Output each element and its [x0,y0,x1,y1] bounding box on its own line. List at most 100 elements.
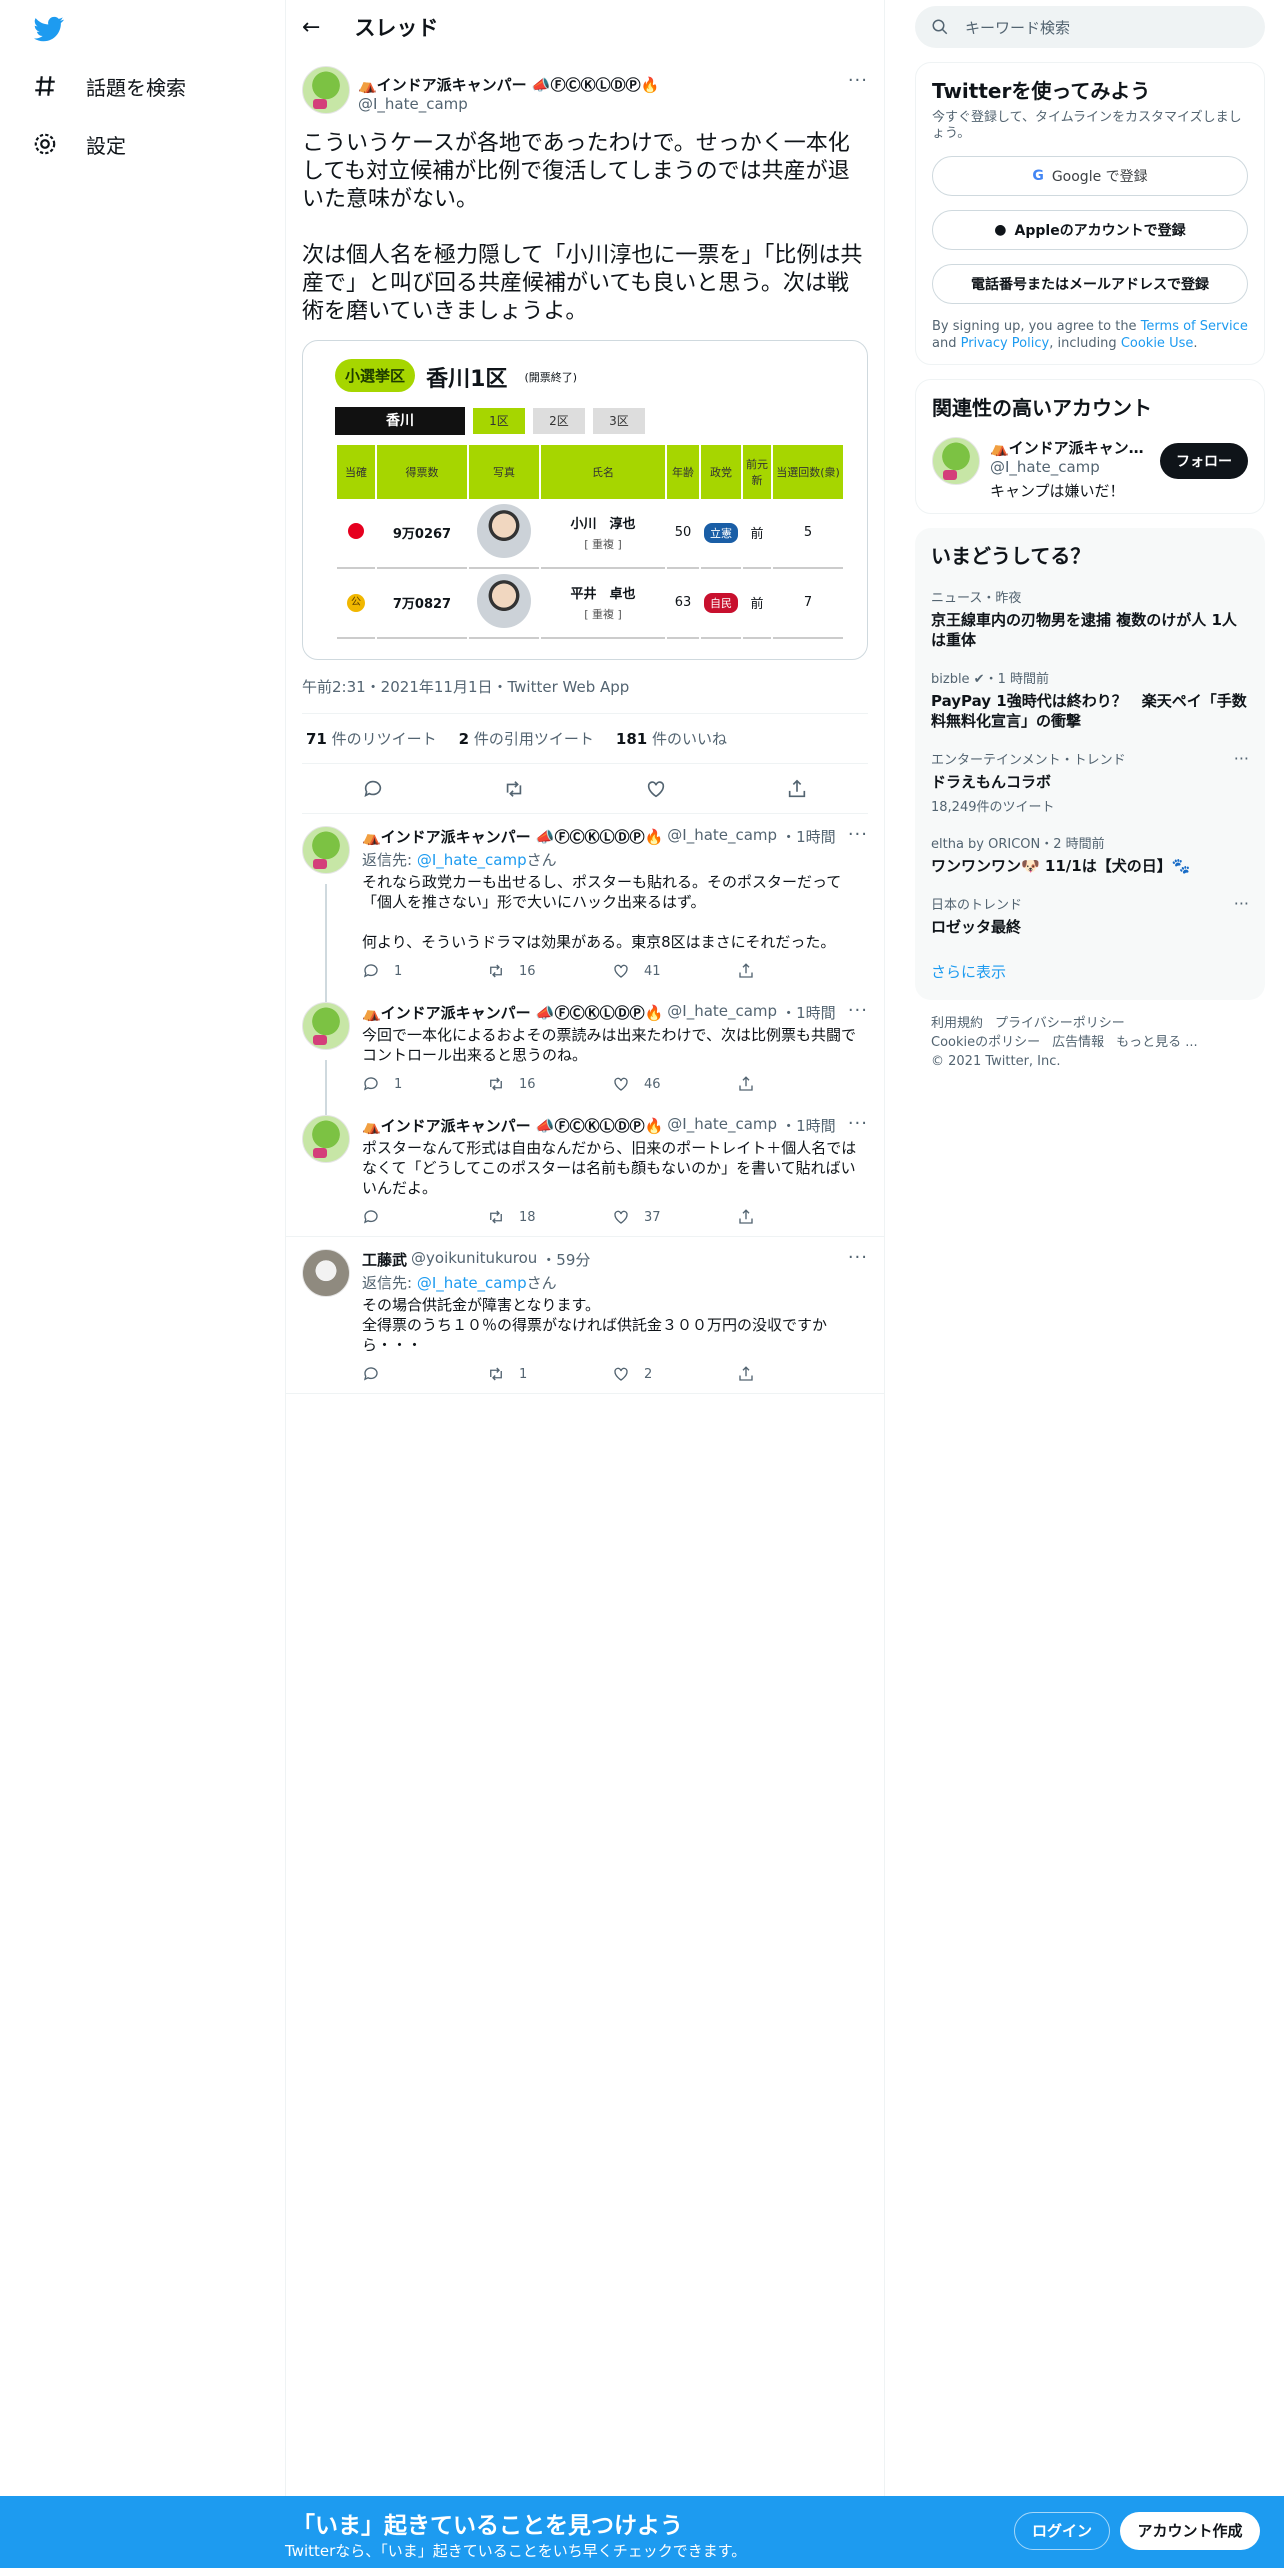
phone-email-signup-button[interactable]: 電話番号またはメールアドレスで登録 [932,264,1248,304]
reply-tweet[interactable]: ⛺インドア派キャンパー 📣ⒻⒸⓀⓁⒹⓅ🔥 @I_hate_camp ・1時間 今… [286,990,884,1115]
share-button[interactable] [737,1208,862,1226]
like-icon[interactable] [645,778,667,800]
reply-tweet[interactable]: ⛺インドア派キャンパー 📣ⒻⒸⓀⓁⒹⓅ🔥 @I_hate_camp ・1時間 ポ… [286,1103,884,1237]
retweet-button[interactable]: 16 [487,1075,612,1093]
column-header: 年齢 [667,444,699,499]
reply-tweet[interactable]: 工藤武 @yoikunitukurou ・59分 返信先: @I_hate_ca… [286,1237,884,1394]
tweet-timestamp[interactable]: 午前2:31・2021年11月1日・Twitter Web App [302,660,868,714]
display-name[interactable]: ⛺インドア派キャンパー 📣ⒻⒸⓀⓁⒹⓅ🔥 [362,1115,663,1136]
retweet-count-link[interactable]: 71 件のリツイート [306,728,437,749]
reply-to-handle-link[interactable]: @I_hate_camp [417,851,527,869]
tweet-time[interactable]: ・1時間 [781,826,836,847]
share-button[interactable] [737,1075,862,1093]
show-more-link[interactable]: さらに表示 [931,961,1249,982]
privacy-link[interactable]: プライバシーポリシー [995,1016,1125,1031]
trends-box: いまどうしてる？ ニュース・昨夜 京王線車内の刃物男を逮捕 複数のけが人 1人は… [915,528,1265,1000]
display-name[interactable]: 工藤武 [362,1249,407,1270]
count-status: (開票終了) [524,371,578,384]
trends-title: いまどうしてる？ [931,544,1091,568]
more-options-icon[interactable]: ··· [848,1113,868,1134]
avatar[interactable] [302,1002,350,1050]
cookie-link[interactable]: Cookie Use [1121,336,1194,351]
more-link[interactable]: もっと見る ... [1116,1035,1198,1050]
more-options-icon[interactable]: ··· [848,1000,868,1021]
more-options-icon[interactable]: ··· [1234,894,1249,913]
tweet-time[interactable]: ・1時間 [781,1002,836,1023]
user-handle[interactable]: @yoikunitukurou [411,1249,537,1270]
reply-tweet[interactable]: ⛺インドア派キャンパー 📣ⒻⒸⓀⓁⒹⓅ🔥 @I_hate_camp ・1時間 返… [286,814,884,1002]
user-handle[interactable]: @I_hate_camp [667,826,777,847]
related-accounts: 関連性の高いアカウント ⛺インドア派キャン… @I_hate_camp キャンプ… [915,379,1265,514]
left-navigation: 話題を検索 設定 [0,0,285,2568]
tweet-image[interactable]: 小選挙区 香川1区 (開票終了) 香川 1区 2区 3区 当確 得票数 写真 氏… [302,340,868,660]
retweet-button[interactable]: 16 [487,962,612,980]
quote-count-link[interactable]: 2 件の引用ツイート [459,728,594,749]
avatar[interactable] [302,1115,350,1163]
signup-button[interactable]: アカウント作成 [1120,2512,1260,2550]
privacy-link[interactable]: Privacy Policy [961,336,1050,351]
share-button[interactable] [737,962,862,980]
reply-button[interactable]: 1 [362,1075,487,1093]
reply-button[interactable]: 1 [362,962,487,980]
trend-item[interactable]: ニュース・昨夜 京王線車内の刃物男を逮捕 複数のけが人 1人は重体 [931,587,1249,650]
trend-item[interactable]: 日本のトレンド ロゼッタ最終 ··· [931,894,1249,937]
login-button[interactable]: ログイン [1014,2512,1110,2550]
candidate-tag: [ 重複 ] [584,608,622,621]
nav-settings[interactable]: 設定 [32,124,126,164]
share-button[interactable] [737,1365,862,1383]
share-icon [739,1076,753,1091]
search-icon [932,19,948,35]
reply-button[interactable] [362,1365,487,1383]
like-button[interactable]: 46 [612,1075,737,1093]
google-signup-button[interactable]: G Google で登録 [932,156,1248,196]
more-options-icon[interactable]: ··· [848,824,868,845]
display-name[interactable]: ⛺インドア派キャンパー 📣ⒻⒸⓀⓁⒹⓅ🔥 [362,1002,663,1023]
avatar[interactable] [302,1249,350,1297]
tweet-time[interactable]: ・59分 [541,1249,590,1270]
user-handle[interactable]: @I_hate_camp [667,1002,777,1023]
follow-button[interactable]: フォロー [1160,443,1248,479]
retweet-button[interactable]: 1 [487,1365,612,1383]
tweet-time[interactable]: ・1時間 [781,1115,836,1136]
retweet-icon[interactable] [503,778,525,800]
display-name[interactable]: ⛺インドア派キャン… [990,437,1144,458]
avatar[interactable] [302,826,350,874]
avatar[interactable] [302,66,350,114]
google-icon: G [1032,168,1044,184]
avatar[interactable] [932,437,980,485]
district-tab: 2区 [533,407,585,434]
reply-to-handle-link[interactable]: @I_hate_camp [417,1274,527,1292]
retweet-button[interactable]: 18 [487,1208,612,1226]
trend-item[interactable]: エンターテインメント・トレンド ドラえもんコラボ 18,249件のツイート ··… [931,749,1249,815]
search-input[interactable]: キーワード検索 [915,6,1265,48]
display-name[interactable]: ⛺インドア派キャンパー 📣ⒻⒸⓀⓁⒹⓅ🔥 [358,74,659,95]
focused-tweet: ⛺インドア派キャンパー 📣ⒻⒸⓀⓁⒹⓅ🔥 @I_hate_camp ··· こう… [286,54,884,814]
trend-item[interactable]: bizble ✔・1 時間前 PayPay 1強時代は終わり？ 楽天ペイ「手数料… [931,668,1249,731]
like-button[interactable]: 37 [612,1208,737,1226]
like-button[interactable]: 2 [612,1365,737,1383]
more-options-icon[interactable]: ··· [848,1247,868,1268]
terms-link[interactable]: 利用規約 [931,1016,983,1031]
hashtag-icon [35,76,55,96]
twitter-logo-icon[interactable] [32,14,66,44]
like-button[interactable]: 41 [612,962,737,980]
back-arrow-icon[interactable]: ← [302,15,320,40]
results-table: 当確 得票数 写真 氏名 年齢 政党 前元新 当選回数(衆) 9万0267 小川… [335,444,845,639]
cookie-policy-link[interactable]: Cookieのポリシー [931,1035,1040,1050]
reply-icon[interactable] [362,778,384,800]
user-handle[interactable]: @I_hate_camp [358,95,659,113]
more-options-icon[interactable]: ··· [848,70,868,91]
share-icon[interactable] [786,778,808,800]
account-item[interactable]: ⛺インドア派キャン… @I_hate_camp キャンプは嫌いだ！ フォロー [932,437,1248,501]
user-handle[interactable]: @I_hate_camp [990,458,1144,476]
terms-link[interactable]: Terms of Service [1141,319,1248,334]
reply-button[interactable] [362,1208,487,1226]
user-handle[interactable]: @I_hate_camp [667,1115,777,1136]
nav-explore[interactable]: 話題を検索 [32,66,186,106]
apple-signup-button[interactable]: ● Appleのアカウントで登録 [932,210,1248,250]
ads-info-link[interactable]: 広告情報 [1052,1035,1104,1050]
display-name[interactable]: ⛺インドア派キャンパー 📣ⒻⒸⓀⓁⒹⓅ🔥 [362,826,663,847]
trend-item[interactable]: eltha by ORICON・2 時間前 ワンワンワン🐶 11/1は【犬の日】… [931,833,1249,876]
more-options-icon[interactable]: ··· [1234,749,1249,768]
like-count-link[interactable]: 181 件のいいね [616,728,727,749]
